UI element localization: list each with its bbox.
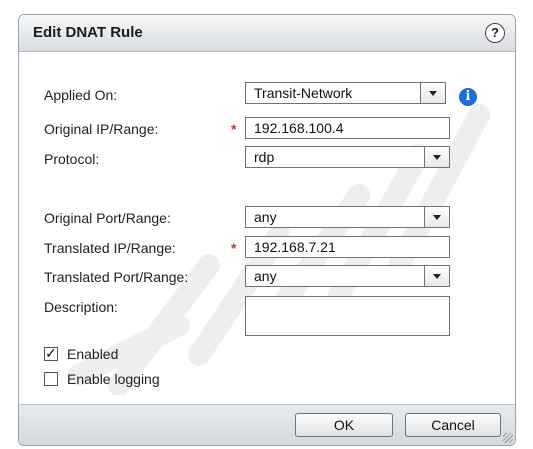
- dialog-titlebar: Edit DNAT Rule ?: [19, 15, 515, 52]
- translated-ip-input[interactable]: 192.168.7.21: [245, 236, 450, 258]
- enabled-label: Enabled: [67, 346, 119, 362]
- required-indicator: *: [231, 240, 237, 256]
- enabled-checkbox[interactable]: ✓: [44, 345, 58, 361]
- ok-button[interactable]: OK: [295, 413, 393, 437]
- translated-port-value: any: [254, 268, 277, 284]
- required-indicator: *: [231, 121, 237, 137]
- resize-grip-icon[interactable]: [503, 433, 513, 443]
- applied-on-value: Transit-Network: [254, 85, 353, 101]
- dialog-footer: OK Cancel: [19, 404, 515, 445]
- translated-ip-label: Translated IP/Range:: [44, 240, 176, 256]
- protocol-value: rdp: [254, 149, 275, 165]
- edit-dnat-dialog: Edit DNAT Rule ? Applied On: Transit-Net…: [18, 14, 516, 446]
- translated-port-label: Translated Port/Range:: [44, 269, 189, 285]
- applied-on-label: Applied On:: [44, 87, 118, 103]
- cancel-button[interactable]: Cancel: [405, 413, 501, 437]
- applied-on-select[interactable]: Transit-Network: [245, 82, 446, 104]
- chevron-down-icon[interactable]: [424, 207, 449, 227]
- dialog-title: Edit DNAT Rule: [33, 24, 143, 41]
- help-icon[interactable]: ?: [485, 23, 505, 43]
- protocol-select[interactable]: rdp: [245, 146, 450, 168]
- protocol-label: Protocol:: [44, 151, 100, 167]
- enable-logging-checkbox[interactable]: [44, 372, 58, 386]
- translated-port-select[interactable]: any: [245, 265, 450, 287]
- checkmark-icon: ✓: [45, 345, 57, 361]
- chevron-down-icon[interactable]: [424, 266, 449, 286]
- chevron-down-icon[interactable]: [424, 147, 449, 167]
- original-port-label: Original Port/Range:: [44, 210, 171, 226]
- description-textarea[interactable]: [245, 296, 450, 336]
- chevron-down-icon[interactable]: [420, 83, 445, 103]
- description-label: Description:: [44, 299, 118, 315]
- enable-logging-label: Enable logging: [67, 371, 160, 387]
- info-icon[interactable]: i: [459, 88, 477, 106]
- original-ip-input[interactable]: 192.168.100.4: [245, 117, 450, 139]
- original-port-select[interactable]: any: [245, 206, 450, 228]
- original-port-value: any: [254, 209, 277, 225]
- original-ip-label: Original IP/Range:: [44, 121, 159, 137]
